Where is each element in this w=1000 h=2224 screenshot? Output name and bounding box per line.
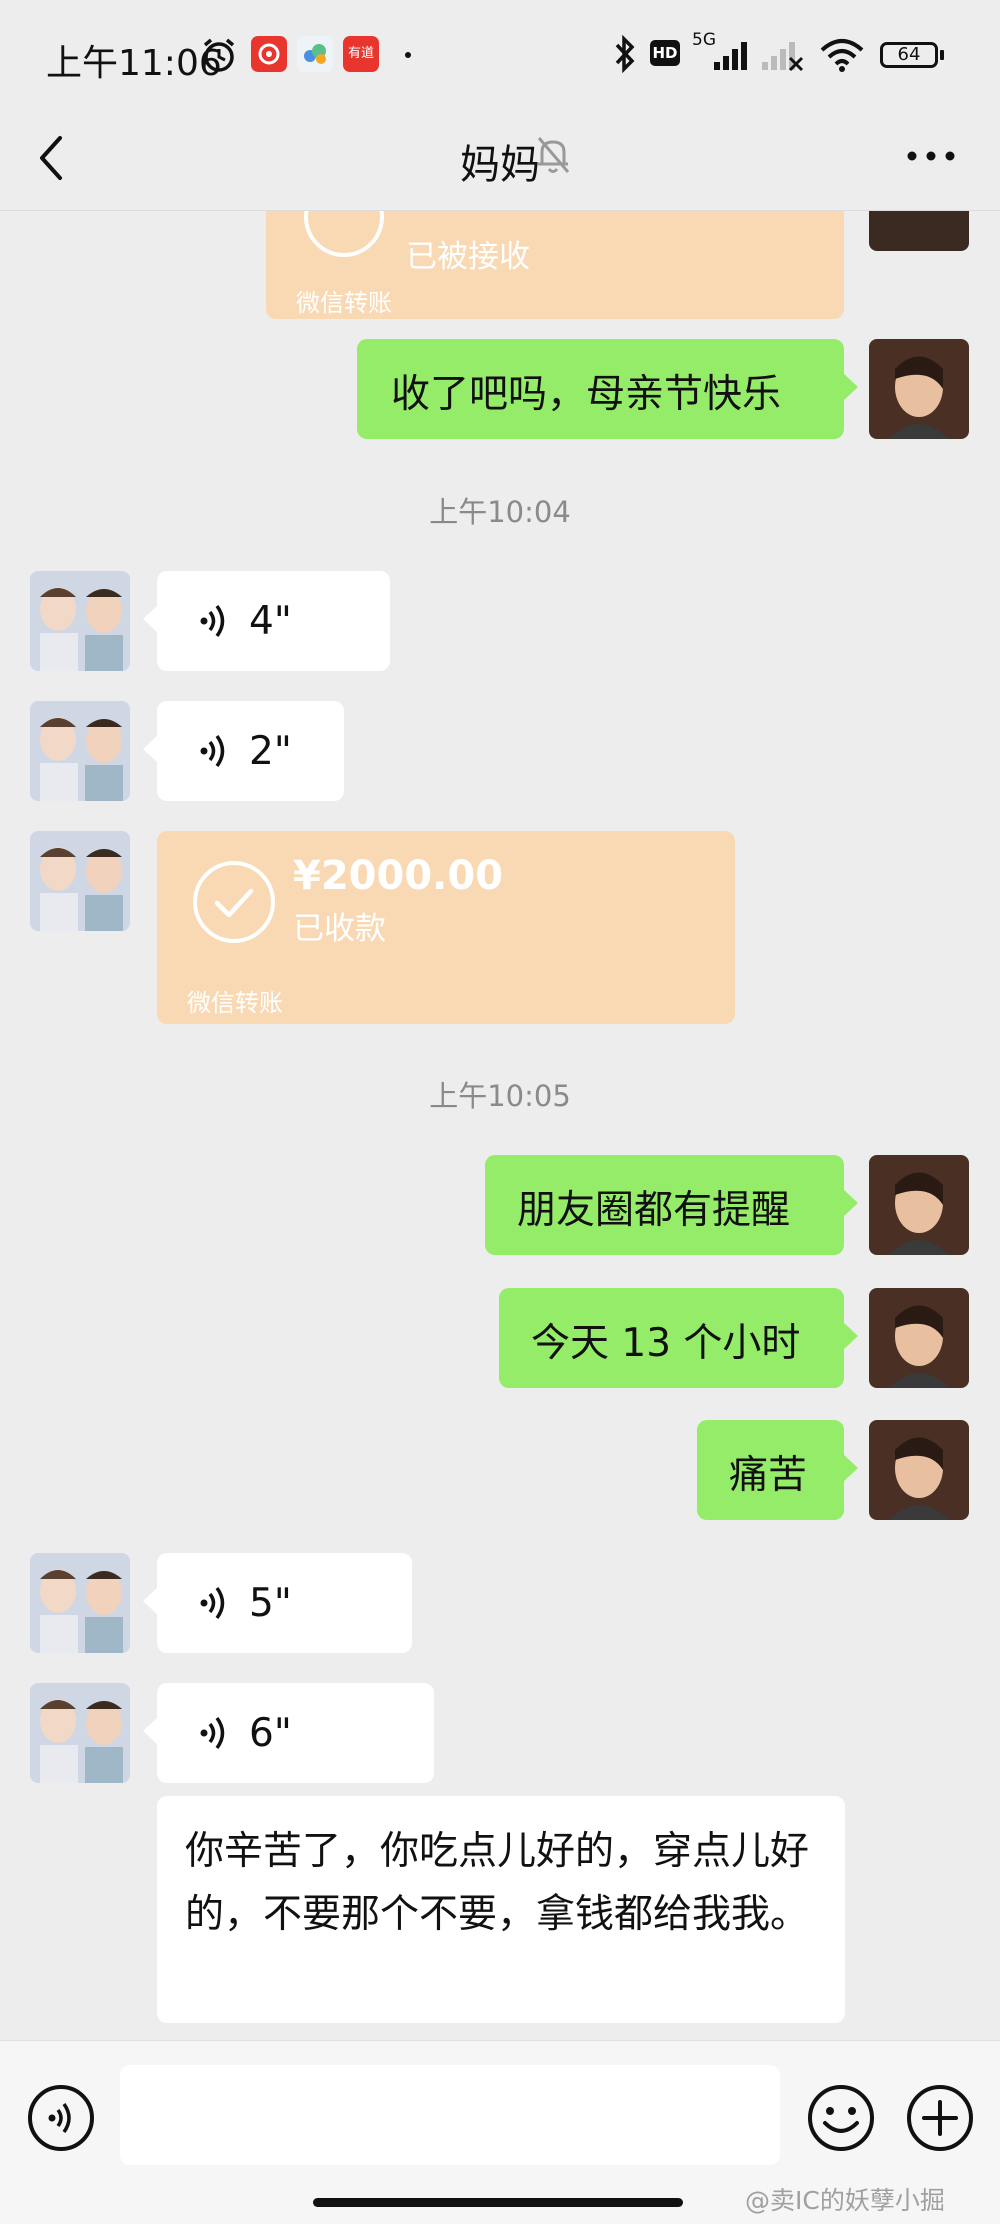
- home-indicator[interactable]: [313, 2198, 683, 2207]
- battery-tip: [940, 50, 944, 60]
- message-text: 你辛苦了，你吃点儿好的，穿点儿好的，不要那个不要，拿钱都给我我。: [185, 1829, 810, 1937]
- contact-avatar[interactable]: [30, 1553, 130, 1653]
- voice-wave-icon: [200, 604, 225, 638]
- bubble-tail: [843, 1322, 858, 1350]
- chat-header: 妈妈: [0, 110, 1000, 211]
- message-text: 今天 13 个小时: [531, 1321, 801, 1366]
- watermark: @卖IC的妖孽小掘: [745, 2186, 945, 2215]
- check-circle-icon: [304, 211, 384, 257]
- bubble-tail: [143, 735, 158, 763]
- more-options-icon[interactable]: [906, 146, 956, 166]
- bubble-tail: [143, 605, 158, 633]
- signal-strength-icon: [714, 42, 747, 70]
- transfer-card-top[interactable]: 已被接收 微信转账: [266, 211, 844, 319]
- sent-message[interactable]: 今天 13 个小时: [499, 1288, 858, 1388]
- music-app-icon: [251, 36, 287, 72]
- cloud-app-icon: [297, 36, 333, 72]
- add-plus-icon[interactable]: [905, 2083, 975, 2153]
- message-input[interactable]: [120, 2065, 780, 2165]
- contact-avatar[interactable]: [30, 571, 130, 671]
- more-notifications-dot: [405, 52, 411, 58]
- alarm-icon: [203, 38, 235, 72]
- my-avatar[interactable]: [869, 1420, 969, 1520]
- voice-message[interactable]: 2": [143, 701, 344, 801]
- message-text: 痛苦: [729, 1453, 808, 1498]
- dictionary-app-icon: 有道: [343, 36, 379, 72]
- voice-wave-icon: [200, 1716, 225, 1750]
- transfer-status: 已被接收: [406, 239, 530, 275]
- voice-message[interactable]: 4": [143, 571, 390, 671]
- voice-wave-icon: [200, 1586, 225, 1620]
- bubble-tail: [843, 373, 858, 401]
- bluetooth-icon: [615, 34, 635, 74]
- my-avatar[interactable]: [869, 339, 969, 439]
- transfer-amount: ¥2000.00: [293, 853, 504, 899]
- message-text: 收了吧吗，母亲节快乐: [391, 372, 782, 417]
- mute-notifications-icon: [537, 137, 570, 173]
- contact-avatar[interactable]: [30, 831, 130, 931]
- voice-duration: 2": [249, 729, 292, 774]
- wifi-icon: [820, 39, 864, 72]
- voice-duration: 6": [249, 1711, 292, 1756]
- check-circle-icon: [193, 861, 275, 943]
- transfer-status: 已收款: [293, 911, 386, 947]
- contact-avatar[interactable]: [30, 1683, 130, 1783]
- sent-message[interactable]: 朋友圈都有提醒: [485, 1155, 858, 1255]
- status-time: 上午11:06: [46, 43, 222, 84]
- sent-message[interactable]: 收了吧吗，母亲节快乐: [357, 339, 858, 439]
- status-bar: 上午11:06 有道 HD 5G 64: [0, 0, 1000, 110]
- bubble-tail: [143, 1587, 158, 1615]
- voice-message[interactable]: 5": [143, 1553, 412, 1653]
- transfer-card[interactable]: ¥2000.00 已收款 微信转账: [157, 831, 735, 1024]
- bubble-tail: [843, 1454, 858, 1482]
- voice-message[interactable]: 6": [143, 1683, 434, 1783]
- timestamp: 上午10:04: [429, 495, 571, 529]
- voice-duration: 4": [249, 599, 292, 644]
- emoji-icon[interactable]: [806, 2083, 876, 2153]
- voice-input-toggle-icon[interactable]: [26, 2083, 96, 2153]
- timestamp: 上午10:05: [429, 1079, 571, 1113]
- bubble-tail: [143, 1717, 158, 1745]
- chat-title: 妈妈: [460, 142, 540, 188]
- input-bar: @卖IC的妖孽小掘: [0, 2040, 1000, 2224]
- transfer-type-label: 微信转账: [296, 289, 392, 317]
- transfer-type-label: 微信转账: [187, 989, 283, 1017]
- voice-wave-icon: [200, 734, 225, 768]
- bubble-tail: [843, 1189, 858, 1217]
- message-text: 朋友圈都有提醒: [517, 1188, 791, 1233]
- chat-area[interactable]: 已被接收 微信转账 收了吧吗，母亲节快乐 上午10:04 4" 2" ¥2000…: [0, 211, 1000, 2040]
- contact-avatar[interactable]: [30, 701, 130, 801]
- battery-indicator: 64: [880, 42, 938, 68]
- my-avatar[interactable]: [869, 211, 969, 251]
- sent-message[interactable]: 痛苦: [697, 1420, 858, 1520]
- my-avatar[interactable]: [869, 1288, 969, 1388]
- voice-duration: 5": [249, 1581, 292, 1626]
- voice-transcript[interactable]: 你辛苦了，你吃点儿好的，穿点儿好的，不要那个不要，拿钱都给我我。: [157, 1796, 845, 2023]
- signal-strength-sim2-icon: [762, 42, 804, 72]
- hd-badge: HD: [650, 40, 680, 66]
- my-avatar[interactable]: [869, 1155, 969, 1255]
